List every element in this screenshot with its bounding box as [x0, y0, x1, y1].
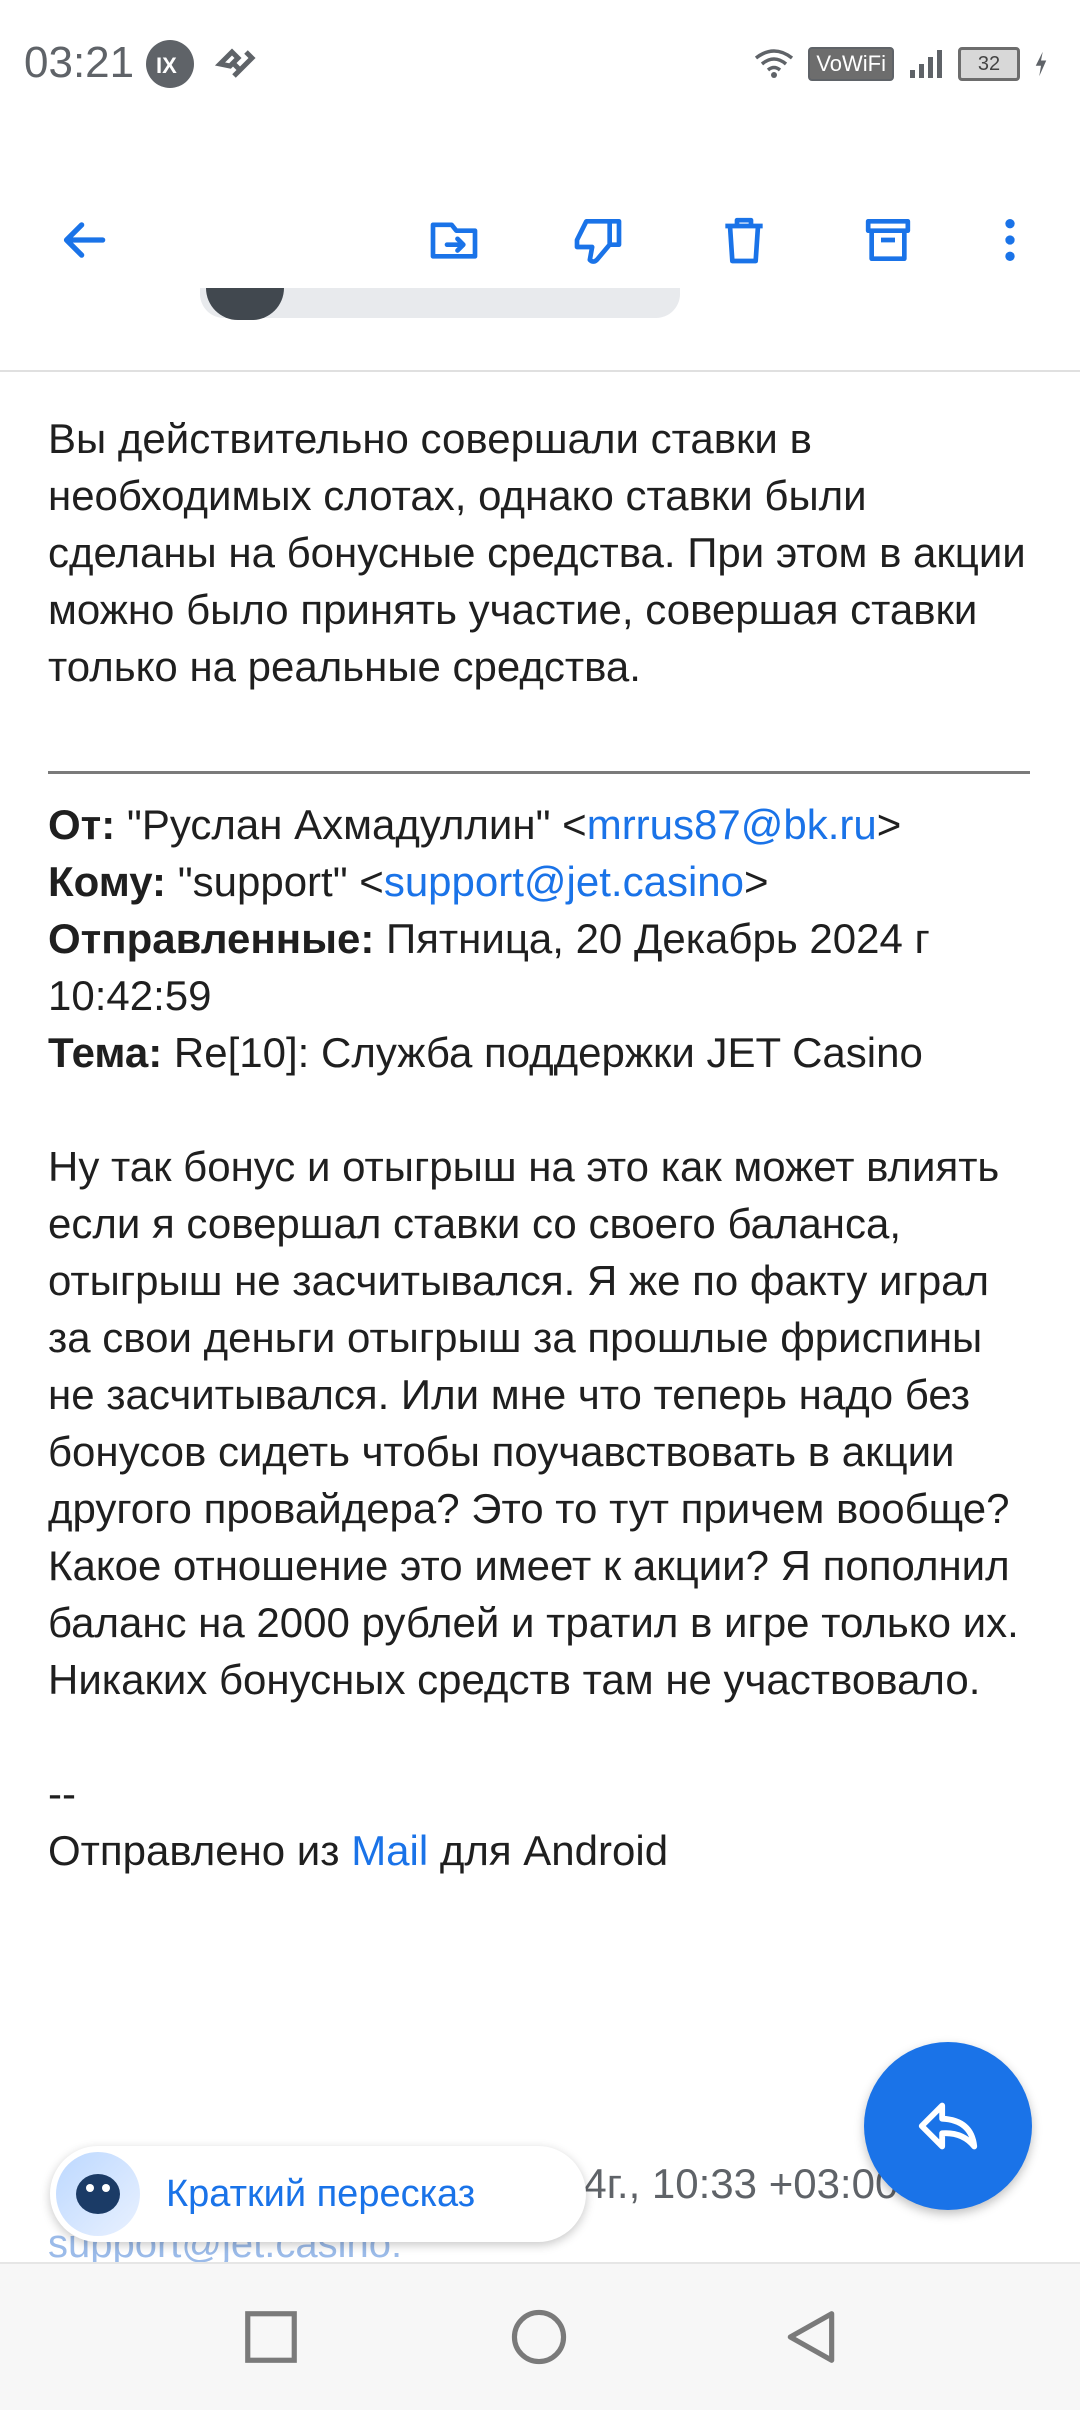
- signature-dashes: --: [48, 1770, 76, 1817]
- status-time: 03:21: [24, 38, 135, 87]
- vpn-icon: [212, 40, 260, 88]
- status-icons: VoWiFi 32: [754, 44, 1048, 84]
- message-toolbar: [0, 180, 1080, 300]
- quoted-to-line: Кому: "support" <support@jet.casino>: [48, 853, 1038, 910]
- mail-app-link[interactable]: Mail: [351, 1827, 428, 1874]
- signature-prefix: Отправлено из: [48, 1827, 352, 1874]
- archive-button[interactable]: [858, 210, 918, 270]
- back-triangle-icon: [787, 2311, 835, 2363]
- recents-button[interactable]: [236, 2302, 306, 2372]
- divider: [0, 370, 1080, 372]
- reply-icon: [918, 2102, 978, 2150]
- quote-divider: [48, 771, 1030, 774]
- to-email-link[interactable]: support@jet.casino: [384, 858, 744, 905]
- svg-text:IX: IX: [156, 53, 177, 78]
- assistant-icon: [56, 2152, 140, 2236]
- system-nav-bar: [0, 2262, 1080, 2410]
- home-button[interactable]: [504, 2302, 574, 2372]
- signal-icon: [910, 50, 942, 78]
- to-close: >: [744, 858, 769, 905]
- vowifi-badge: VoWiFi: [808, 47, 894, 81]
- app-notification-icon: IX: [146, 40, 194, 88]
- signature-suffix: для Android: [428, 1827, 669, 1874]
- subject-value: Re[10]: Служба поддержки JET Casino: [162, 1029, 923, 1076]
- to-label: Кому:: [48, 858, 167, 905]
- to-name: "support" <: [166, 858, 384, 905]
- nav-back-button[interactable]: [776, 2302, 846, 2372]
- quoted-subject-line: Тема: Re[10]: Служба поддержки JET Casin…: [48, 1024, 1038, 1081]
- reply-paragraph: Вы действительно совершали ставки в необ…: [48, 415, 1026, 690]
- from-email-link[interactable]: mrrus87@bk.ru: [587, 801, 877, 848]
- back-arrow-icon: [63, 222, 106, 258]
- quoted-from-line: От: "Руслан Ахмадуллин" <mrrus87@bk.ru>: [48, 796, 1038, 853]
- more-vert-icon: [1005, 219, 1015, 261]
- quoted-body: Ну так бонус и отыгрыш на это как может …: [48, 1143, 1019, 1703]
- delete-button[interactable]: [714, 210, 774, 270]
- status-bar: 03:21 IX VoWiFi 32: [0, 0, 1080, 130]
- from-label: От:: [48, 801, 116, 848]
- from-name: "Руслан Ахмадуллин" <: [115, 801, 587, 848]
- report-spam-button[interactable]: [568, 210, 628, 270]
- delete-icon: [725, 217, 763, 264]
- battery-icon: 32: [958, 47, 1020, 81]
- more-options-button[interactable]: [980, 210, 1040, 270]
- summary-chip-button[interactable]: Краткий пересказ: [50, 2146, 586, 2242]
- summary-chip-label: Краткий пересказ: [166, 2172, 476, 2215]
- report-spam-icon: [574, 219, 622, 264]
- move-to-button[interactable]: [424, 210, 484, 270]
- move-to-icon: [430, 222, 478, 259]
- archive-icon: [865, 219, 911, 261]
- recents-square-icon: [245, 2311, 297, 2363]
- sent-label: Отправленные:: [48, 915, 375, 962]
- wifi-icon: [755, 49, 794, 78]
- signature-line: Отправлено из Mail для Android: [48, 1822, 1038, 1879]
- back-button[interactable]: [54, 210, 114, 270]
- message-body: Вы действительно совершали ставки в необ…: [48, 410, 1038, 1879]
- home-circle-icon: [511, 2309, 567, 2365]
- subject-label: Тема:: [48, 1029, 163, 1076]
- reply-fab-button[interactable]: [864, 2042, 1032, 2210]
- from-close: >: [876, 801, 902, 848]
- quoted-sent-line: Отправленные: Пятница, 20 Декабрь 2024 г…: [48, 910, 1038, 1024]
- charging-icon: [1035, 51, 1047, 77]
